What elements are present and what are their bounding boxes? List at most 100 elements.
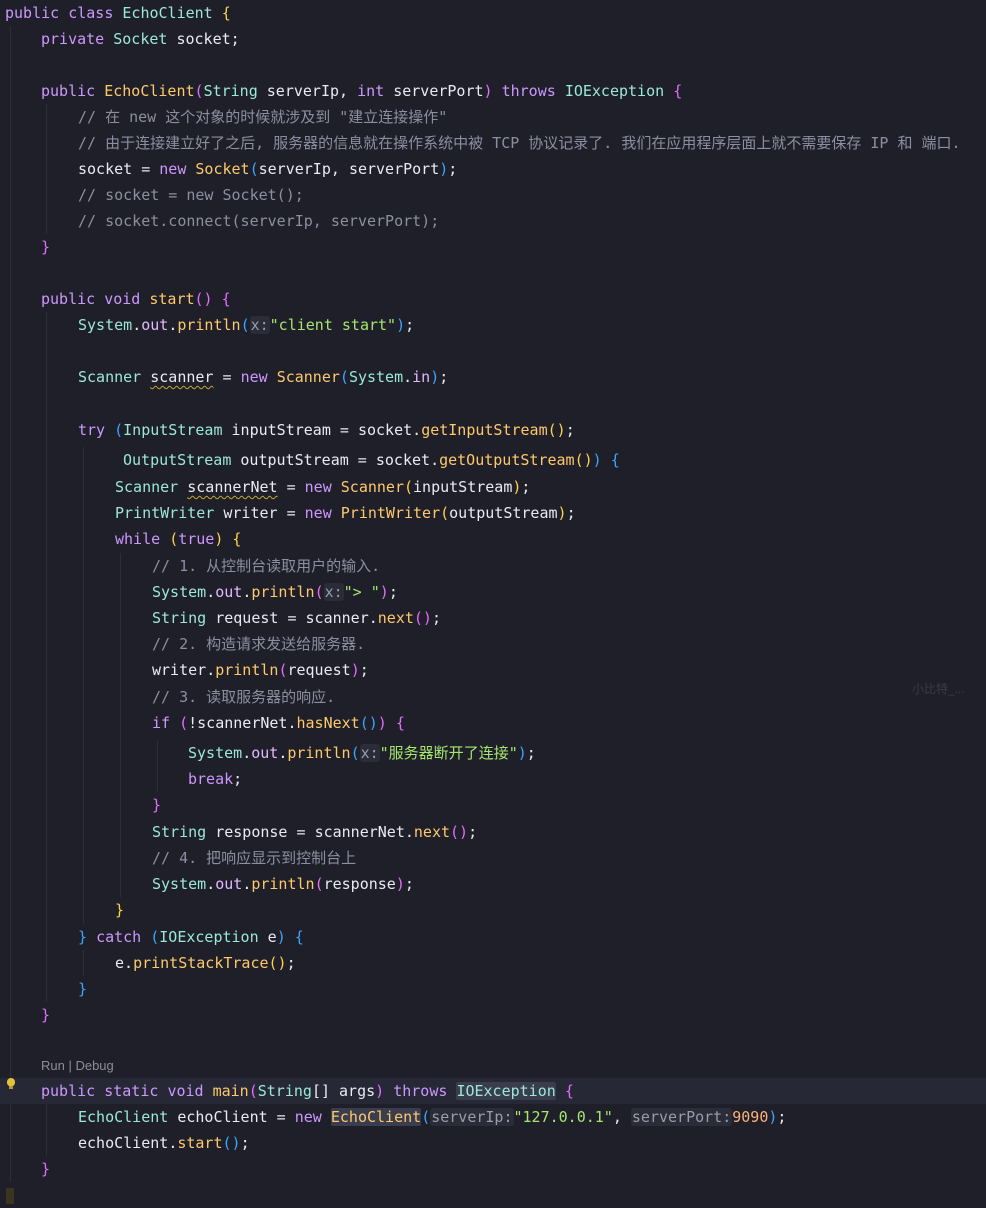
code-token: = — [348, 451, 376, 469]
code-line[interactable]: System.out.println(x:"服务器断开了连接"); — [0, 740, 986, 766]
code-token: public — [41, 82, 96, 100]
code-token: ; — [240, 1134, 250, 1152]
code-token: Socket — [113, 30, 168, 48]
code-token: ( — [350, 744, 360, 762]
watermark-text: 小比特_... — [912, 682, 965, 696]
code-line[interactable]: break; — [0, 766, 986, 792]
code-token: e — [267, 928, 277, 946]
code-line[interactable]: System.out.println(response); — [0, 871, 986, 897]
code-token: e — [115, 954, 125, 972]
code-token: // 在 new 这个对象的时候就涉及到 "建立连接操作" — [78, 108, 448, 126]
code-token: . — [132, 316, 142, 334]
code-line[interactable]: // socket.connect(serverIp, serverPort); — [0, 208, 986, 234]
code-line[interactable]: String response = scannerNet.next(); — [0, 819, 986, 845]
code-token: scanner — [150, 368, 214, 386]
code-token: "服务器断开了连接" — [379, 744, 518, 762]
code-line[interactable]: while (true) { — [0, 526, 986, 552]
code-token: EchoClient — [104, 82, 195, 100]
code-line[interactable]: } — [0, 976, 986, 1002]
code-line[interactable]: // 4. 把响应显示到控制台上 — [0, 845, 986, 871]
code-line[interactable]: System.out.println(x:"> "); — [0, 579, 986, 605]
code-token: ; — [448, 160, 458, 178]
code-token: main — [212, 1082, 249, 1100]
code-token: . — [278, 744, 288, 762]
code-token: . — [242, 583, 252, 601]
code-line[interactable]: socket = new Socket(serverIp, serverPort… — [0, 156, 986, 182]
code-editor[interactable]: public class EchoClient {private Socket … — [0, 0, 986, 1204]
code-line[interactable]: writer.println(request); — [0, 657, 986, 683]
code-token: public — [41, 290, 96, 308]
code-line[interactable]: } — [0, 1002, 986, 1028]
code-token: ; — [405, 316, 415, 334]
code-line[interactable]: } catch (IOException e) { — [0, 924, 986, 950]
code-line[interactable]: echoClient.start(); — [0, 1130, 986, 1156]
code-token: ( — [440, 504, 450, 522]
code-token: scannerNet — [187, 478, 278, 496]
code-line[interactable]: PrintWriter writer = new PrintWriter(out… — [0, 500, 986, 526]
code-token: ) — [276, 928, 286, 946]
code-line[interactable]: } — [0, 1156, 986, 1182]
codelens-run-debug[interactable]: Run | Debug — [41, 1058, 114, 1073]
code-line[interactable]: // socket = new Socket(); — [0, 182, 986, 208]
code-token: static — [104, 1082, 159, 1100]
code-token: x: — [359, 744, 380, 762]
lightbulb-icon[interactable] — [7, 1078, 15, 1089]
code-line[interactable]: // 3. 读取服务器的响应. — [0, 684, 986, 710]
code-token: ; — [431, 609, 441, 627]
code-token: new — [240, 368, 268, 386]
code-line[interactable]: // 由于连接建立好了之后, 服务器的信息就在操作系统中被 TCP 协议记录了.… — [0, 130, 986, 156]
code-line[interactable]: OutputStream outputStream = socket.getOu… — [0, 447, 986, 473]
code-line[interactable]: public void start() { — [0, 286, 986, 312]
code-token: throws — [501, 82, 556, 100]
code-line[interactable]: } — [0, 897, 986, 923]
code-line[interactable]: public class EchoClient { — [0, 0, 986, 26]
code-token: println — [215, 661, 279, 679]
code-token: ; — [404, 875, 414, 893]
code-token: System — [188, 744, 243, 762]
code-token: "127.0.0.1" — [513, 1108, 613, 1126]
code-token: = — [287, 823, 315, 841]
code-token: = — [277, 478, 305, 496]
code-token: } — [41, 1006, 51, 1024]
code-line[interactable]: EchoClient echoClient = new EchoClient(s… — [0, 1104, 986, 1130]
code-line[interactable]: } — [0, 792, 986, 818]
code-line[interactable]: // 1. 从控制台读取用户的输入. — [0, 553, 986, 579]
code-token: System — [152, 875, 207, 893]
code-token: ) — [379, 583, 389, 601]
code-token: Scanner — [340, 478, 404, 496]
code-line[interactable]: if (!scannerNet.hasNext()) { — [0, 710, 986, 736]
code-token: Scanner — [115, 478, 179, 496]
code-token: { — [395, 714, 405, 732]
code-line[interactable]: private Socket socket; — [0, 26, 986, 52]
code-line[interactable]: String request = scanner.next(); — [0, 605, 986, 631]
code-line[interactable]: try (InputStream inputStream = socket.ge… — [0, 417, 986, 443]
code-token: { — [610, 451, 620, 469]
code-line[interactable]: System.out.println(x:"client start"); — [0, 312, 986, 338]
code-line[interactable]: public EchoClient(String serverIp, int s… — [0, 78, 986, 104]
code-line[interactable]: // 在 new 这个对象的时候就涉及到 "建立连接操作" — [0, 104, 986, 130]
code-line[interactable]: public static void main(String[] args) t… — [0, 1078, 986, 1104]
code-token: serverIp — [266, 82, 340, 100]
code-line[interactable]: // 2. 构造请求发送给服务器. — [0, 631, 986, 657]
code-line[interactable]: Scanner scannerNet = new Scanner(inputSt… — [0, 474, 986, 500]
code-line[interactable]: e.printStackTrace(); — [0, 950, 986, 976]
code-token: // 4. 把响应显示到控制台上 — [152, 849, 357, 867]
code-token: . — [412, 421, 422, 439]
code-token: . — [242, 744, 252, 762]
code-token: . — [168, 316, 178, 334]
code-line[interactable]: } — [0, 1182, 986, 1208]
code-token: { — [564, 1082, 574, 1100]
code-line[interactable]: Scanner scanner = new Scanner(System.in)… — [0, 364, 986, 390]
code-token: , — [330, 160, 349, 178]
code-token: InputStream — [123, 421, 223, 439]
code-line[interactable]: } — [0, 234, 986, 260]
code-token: EchoClient — [330, 1108, 422, 1126]
code-token: ( — [314, 875, 324, 893]
